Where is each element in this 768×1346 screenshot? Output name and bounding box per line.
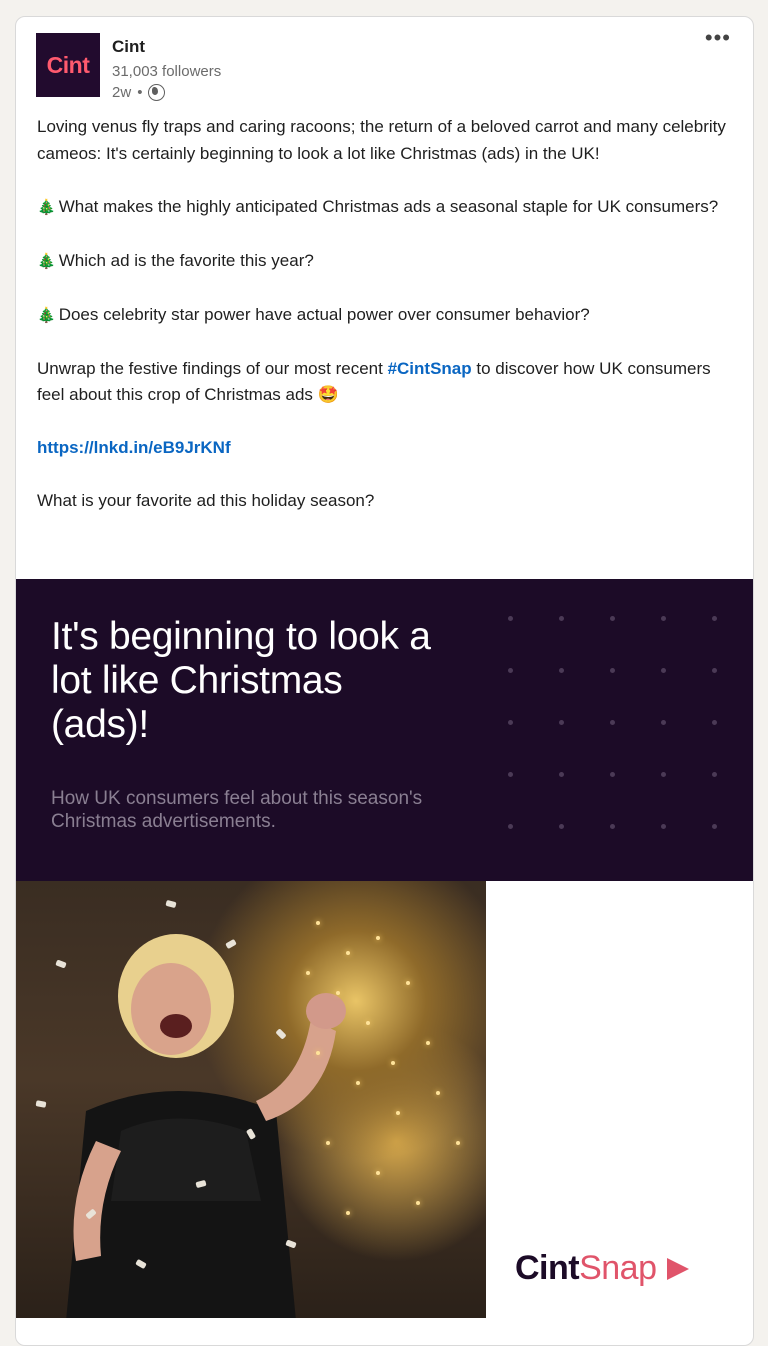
grid-dot: [559, 616, 564, 621]
banner-title: It's beginning to look a lot like Christ…: [51, 615, 431, 746]
grid-dot: [610, 772, 615, 777]
grid-dot: [712, 720, 717, 725]
banner-subtitle: How UK consumers feel about this season'…: [51, 788, 423, 832]
grid-dot: [661, 668, 666, 673]
post-card: Cint Cint 31,003 followers 2w • ••• Lovi…: [15, 16, 754, 1346]
post-header: Cint Cint 31,003 followers 2w •: [36, 33, 753, 103]
light-sparkle: [391, 1061, 395, 1065]
grid-dot: [508, 668, 513, 673]
meta-separator: •: [137, 84, 143, 101]
grid-dot: [661, 772, 666, 777]
grid-dot: [559, 720, 564, 725]
light-sparkle: [416, 1201, 420, 1205]
play-icon: [666, 1257, 689, 1280]
light-sparkle: [346, 1211, 350, 1215]
hashtag-link[interactable]: #CintSnap: [388, 359, 472, 378]
post-question: What is your favorite ad this holiday se…: [37, 491, 375, 510]
light-sparkle: [336, 991, 340, 995]
grid-dot: [712, 668, 717, 673]
post-cta: Unwrap the festive findings of our most …: [37, 358, 711, 405]
globe-icon: [148, 84, 166, 101]
grid-dot: [712, 616, 717, 621]
author-name[interactable]: Cint: [112, 37, 145, 57]
question-2: 🎄 Which ad is the favorite this year?: [37, 250, 314, 270]
dot-grid-decoration: [508, 616, 728, 836]
company-logo[interactable]: Cint: [36, 33, 100, 97]
logo-text: Cint: [46, 51, 90, 78]
light-sparkle: [406, 981, 410, 985]
grid-dot: [712, 824, 717, 829]
light-sparkle: [426, 1041, 430, 1045]
post-image-banner[interactable]: It's beginning to look a lot like Christ…: [16, 579, 753, 881]
grid-dot: [610, 616, 615, 621]
christmas-tree-icon: 🎄: [37, 306, 56, 324]
brand-panel: Cint Snap: [486, 881, 753, 1318]
celebration-photo[interactable]: [16, 881, 486, 1318]
post-url-link[interactable]: https://lnkd.in/eB9JrKNf: [37, 438, 231, 457]
grid-dot: [610, 720, 615, 725]
light-sparkle: [306, 971, 310, 975]
light-sparkle: [316, 921, 320, 925]
christmas-tree-icon: 🎄: [37, 252, 56, 270]
more-options-icon[interactable]: •••: [705, 27, 731, 49]
woman-figure: [66, 934, 346, 1318]
grid-dot: [559, 824, 564, 829]
light-sparkle: [456, 1141, 460, 1145]
post-intro: Loving venus fly traps and caring racoon…: [37, 117, 726, 163]
christmas-tree-icon: 🎄: [37, 198, 56, 216]
light-sparkle: [396, 1111, 400, 1115]
post-time: 2w: [112, 84, 132, 101]
grid-dot: [661, 824, 666, 829]
cintsnap-logo: Cint Snap: [515, 1249, 689, 1288]
grid-dot: [559, 668, 564, 673]
post-meta: 2w •: [112, 84, 166, 101]
question-1: 🎄 What makes the highly anticipated Chris…: [37, 196, 719, 216]
light-sparkle: [376, 936, 380, 940]
grid-dot: [661, 616, 666, 621]
grid-dot: [610, 668, 615, 673]
light-sparkle: [376, 1171, 380, 1175]
question-3: 🎄 Does celebrity star power have actual p…: [37, 304, 590, 324]
grid-dot: [508, 720, 513, 725]
follower-count: 31,003 followers: [112, 63, 222, 80]
post-body: Loving venus fly traps and caring racoon…: [37, 114, 727, 515]
light-sparkle: [366, 1021, 370, 1025]
grid-dot: [661, 720, 666, 725]
grid-dot: [610, 824, 615, 829]
grid-dot: [559, 772, 564, 777]
light-sparkle: [346, 951, 350, 955]
grid-dot: [508, 824, 513, 829]
light-sparkle: [436, 1091, 440, 1095]
light-sparkle: [356, 1081, 360, 1085]
light-sparkle: [316, 1051, 320, 1055]
light-sparkle: [326, 1141, 330, 1145]
grid-dot: [508, 616, 513, 621]
grid-dot: [508, 772, 513, 777]
starstruck-icon: 🤩: [317, 385, 339, 404]
grid-dot: [712, 772, 717, 777]
